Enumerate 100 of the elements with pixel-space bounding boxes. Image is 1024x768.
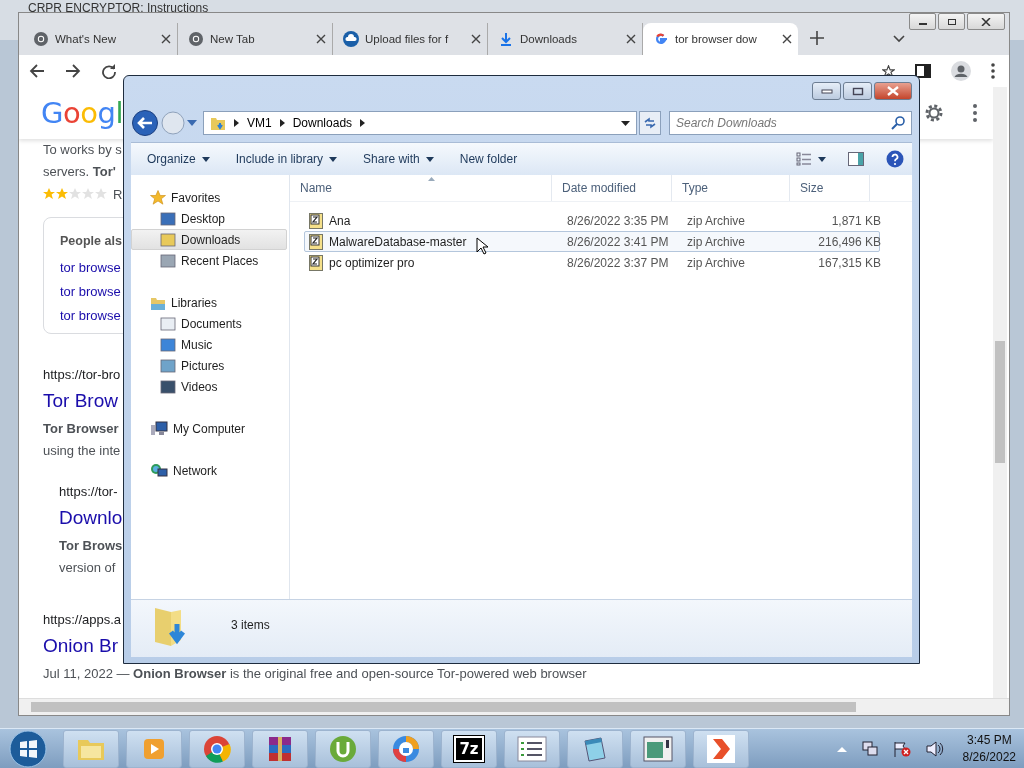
vertical-scrollbar[interactable] bbox=[993, 87, 1007, 698]
flag-icon[interactable] bbox=[892, 740, 911, 757]
related-search-link[interactable]: tor browse bbox=[60, 280, 121, 304]
nav-item[interactable]: Downloads bbox=[131, 229, 287, 250]
breadcrumb-arrow-icon bbox=[360, 119, 366, 127]
dropdown-icon[interactable] bbox=[621, 120, 630, 126]
play-icon bbox=[706, 733, 736, 764]
taskbar-button[interactable] bbox=[189, 729, 245, 768]
toolbar-button[interactable]: New folder bbox=[451, 148, 526, 170]
size-cell-text: 167,315 KB bbox=[817, 255, 882, 270]
date-cell-text: 8/26/2022 3:41 PM bbox=[567, 234, 670, 249]
nav-item[interactable]: Music bbox=[131, 334, 287, 355]
plus-icon bbox=[810, 31, 824, 45]
close-icon[interactable] bbox=[782, 34, 792, 44]
breadcrumb-item[interactable]: Downloads bbox=[292, 116, 353, 130]
menu-icon[interactable] bbox=[973, 104, 977, 122]
chevron-icon[interactable] bbox=[893, 35, 905, 43]
size-cell-text: 1,871 KB bbox=[830, 213, 882, 228]
start-button[interactable] bbox=[8, 728, 48, 768]
close-icon[interactable] bbox=[471, 34, 481, 44]
taskbar-button[interactable] bbox=[504, 729, 560, 768]
taskbar-button[interactable]: 7z bbox=[441, 729, 497, 768]
close-icon[interactable] bbox=[161, 34, 171, 44]
clock[interactable]: 3:45 PM 8/26/2022 bbox=[962, 731, 1016, 766]
type-cell-text: zip Archive bbox=[687, 213, 747, 228]
related-search-link[interactable]: tor browse bbox=[60, 256, 121, 280]
toolbar-button[interactable]: Organize bbox=[139, 148, 218, 170]
browser-tab[interactable]: tor browser dow bbox=[643, 23, 798, 55]
window-title: CRPR ENCRYPTOR: Instructions bbox=[28, 1, 209, 15]
result-title[interactable]: Onion Br bbox=[43, 629, 118, 663]
reload-icon[interactable] bbox=[101, 63, 117, 79]
related-search-link[interactable]: tor browse bbox=[60, 304, 121, 328]
horizontal-scrollbar[interactable] bbox=[19, 698, 1009, 715]
close-icon bbox=[981, 17, 991, 26]
nav-item[interactable]: Libraries bbox=[131, 292, 287, 313]
nav-item[interactable]: Documents bbox=[131, 313, 287, 334]
file-row[interactable]: pc optimizer pro 8/26/2022 3:37 PM zip Archive 167,315 KB bbox=[304, 252, 880, 273]
google-logo[interactable]: Googl bbox=[41, 96, 123, 130]
back-button[interactable] bbox=[131, 109, 159, 137]
column-header[interactable]: Date modified bbox=[552, 175, 672, 201]
nav-item[interactable]: Favorites bbox=[131, 187, 287, 208]
maximize-icon bbox=[851, 86, 864, 96]
list-icon bbox=[517, 735, 547, 762]
file-row[interactable]: MalwareDatabase-master 8/26/2022 3:41 PM zip Archive 216,496 KB bbox=[304, 231, 880, 252]
nav-item[interactable]: Recent Places bbox=[131, 250, 287, 271]
help-icon[interactable] bbox=[886, 150, 904, 168]
star-icon bbox=[150, 189, 166, 206]
taskbar-button[interactable] bbox=[567, 729, 623, 768]
menu-icon[interactable] bbox=[991, 63, 995, 79]
close-icon bbox=[887, 86, 899, 96]
dropdown-icon[interactable] bbox=[818, 156, 826, 162]
toolbar-button[interactable]: Share with bbox=[355, 148, 442, 170]
refresh-button[interactable] bbox=[639, 111, 661, 135]
date-cell-text: 8/26/2022 3:37 PM bbox=[567, 255, 670, 270]
minimize-button[interactable] bbox=[909, 13, 936, 30]
computer-icon bbox=[150, 420, 168, 437]
search-icon[interactable] bbox=[891, 116, 905, 130]
nav-item[interactable]: Network bbox=[131, 460, 287, 481]
side-panel-icon[interactable] bbox=[915, 63, 931, 79]
taskbar-button[interactable] bbox=[252, 729, 308, 768]
cursor-icon bbox=[476, 237, 488, 255]
taskbar-button[interactable] bbox=[693, 729, 749, 768]
close-button[interactable] bbox=[967, 13, 1005, 30]
new-tab-button[interactable] bbox=[810, 31, 824, 45]
close-icon[interactable] bbox=[626, 34, 636, 44]
close-button[interactable] bbox=[874, 82, 912, 100]
clock-time: 3:45 PM bbox=[966, 731, 1012, 749]
maximize-button[interactable] bbox=[843, 82, 872, 100]
close-icon[interactable] bbox=[316, 34, 326, 44]
nav-item[interactable]: Pictures bbox=[131, 355, 287, 376]
column-header[interactable]: Type bbox=[672, 175, 790, 201]
network-icon[interactable] bbox=[861, 740, 878, 757]
profile-icon[interactable] bbox=[951, 61, 971, 81]
column-header[interactable]: Size bbox=[790, 175, 870, 201]
nav-item[interactable]: My Computer bbox=[131, 418, 287, 439]
volume-icon[interactable] bbox=[925, 740, 944, 757]
date-cell-text: 8/26/2022 3:35 PM bbox=[567, 213, 670, 228]
result-title[interactable]: Tor Brow bbox=[43, 384, 118, 418]
file-row[interactable]: Ana 8/26/2022 3:35 PM zip Archive 1,871 KB bbox=[304, 210, 880, 231]
view-icon[interactable] bbox=[796, 152, 812, 166]
nav-item[interactable]: Videos bbox=[131, 376, 287, 397]
google-icon bbox=[653, 31, 669, 47]
settings-icon[interactable] bbox=[923, 102, 945, 124]
search-field[interactable]: Search Downloads bbox=[669, 111, 912, 135]
address-bar[interactable]: VM1 Downloads bbox=[203, 111, 637, 135]
preview-pane-icon[interactable] bbox=[848, 152, 864, 166]
forward-icon[interactable] bbox=[65, 63, 81, 79]
archive-logo: 7z bbox=[454, 735, 484, 762]
toolbar-button[interactable]: Include in library bbox=[227, 148, 346, 170]
taskbar-button[interactable] bbox=[378, 729, 434, 768]
back-icon[interactable] bbox=[29, 63, 45, 79]
maximize-button[interactable] bbox=[938, 13, 965, 30]
result-title[interactable]: Downlo bbox=[59, 501, 123, 535]
breadcrumb-item[interactable]: VM1 bbox=[247, 116, 272, 130]
nav-item[interactable]: Desktop bbox=[131, 208, 287, 229]
notepad-icon bbox=[581, 734, 609, 763]
caret-icon bbox=[425, 156, 434, 162]
chrome-icon bbox=[33, 31, 49, 47]
star-icon[interactable] bbox=[882, 64, 895, 78]
rating-text: R bbox=[113, 186, 123, 202]
